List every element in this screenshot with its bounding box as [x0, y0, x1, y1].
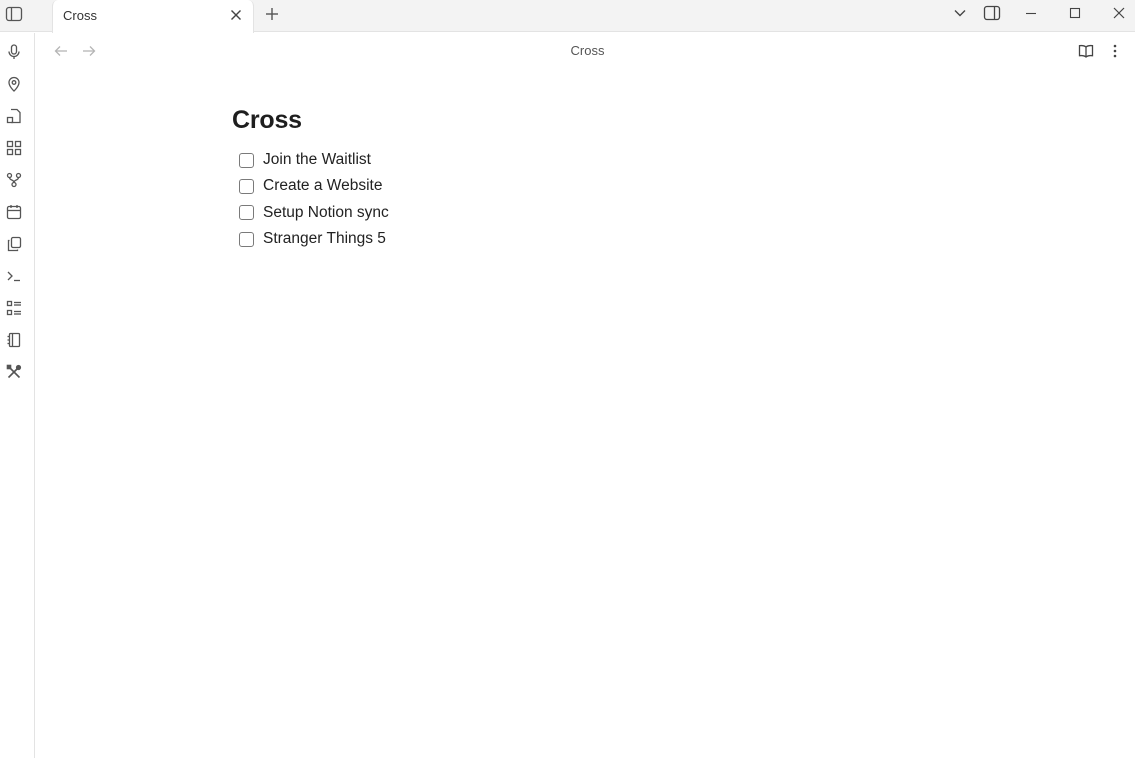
task-label[interactable]: Stranger Things 5: [263, 230, 386, 248]
view-title[interactable]: Cross: [36, 43, 1135, 58]
more-options-icon[interactable]: [1105, 41, 1125, 61]
copy-files-icon[interactable]: [3, 233, 25, 255]
right-sidebar-toggle-icon[interactable]: [981, 4, 1003, 22]
tools-icon[interactable]: [3, 361, 25, 383]
maximize-icon[interactable]: [1064, 4, 1086, 22]
note-content: Cross Join the Waitlist Create a Website…: [232, 102, 932, 252]
title-bar: Cross: [0, 0, 1135, 33]
notebook-icon[interactable]: [3, 329, 25, 351]
tab-cross[interactable]: Cross: [52, 0, 254, 33]
task-label[interactable]: Setup Notion sync: [263, 204, 389, 222]
close-icon[interactable]: [228, 7, 244, 23]
git-fork-icon[interactable]: [3, 169, 25, 191]
layout-dashboard-icon[interactable]: [3, 137, 25, 159]
task-item: Setup Notion sync: [232, 200, 932, 226]
task-list: Join the Waitlist Create a Website Setup…: [232, 147, 932, 252]
task-item: Create a Website: [232, 173, 932, 199]
task-item: Stranger Things 5: [232, 226, 932, 252]
task-item: Join the Waitlist: [232, 147, 932, 173]
chevron-down-icon[interactable]: [949, 4, 971, 22]
calendar-icon[interactable]: [3, 201, 25, 223]
sidebar-toggle-icon[interactable]: [2, 2, 26, 26]
task-label[interactable]: Create a Website: [263, 177, 382, 195]
tab-title: Cross: [63, 8, 97, 23]
view-header: Cross: [36, 33, 1135, 69]
new-tab-plus-icon[interactable]: [262, 4, 282, 24]
list-checks-icon[interactable]: [3, 297, 25, 319]
window-close-icon[interactable]: [1108, 4, 1130, 22]
terminal-icon[interactable]: [3, 265, 25, 287]
note-title[interactable]: Cross: [232, 102, 932, 138]
map-pin-icon[interactable]: [3, 73, 25, 95]
reading-view-book-icon[interactable]: [1076, 41, 1096, 61]
task-checkbox[interactable]: [239, 178, 254, 194]
minimize-icon[interactable]: [1020, 4, 1042, 22]
microphone-icon[interactable]: [3, 41, 25, 63]
file-import-icon[interactable]: [3, 105, 25, 127]
left-ribbon: [0, 33, 35, 758]
task-checkbox[interactable]: [239, 152, 254, 168]
task-label[interactable]: Join the Waitlist: [263, 151, 371, 169]
task-checkbox[interactable]: [239, 231, 254, 247]
task-checkbox[interactable]: [239, 205, 254, 221]
